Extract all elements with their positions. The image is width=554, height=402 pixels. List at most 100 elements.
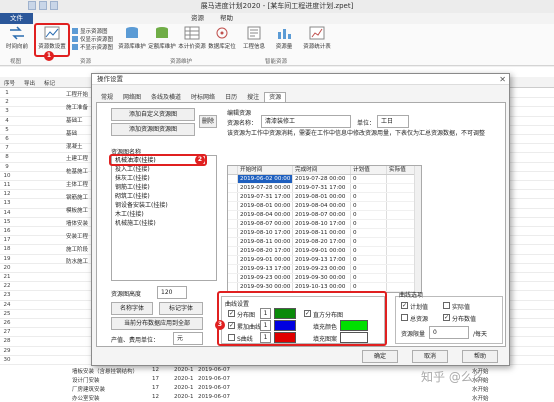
distribution-color-swatch[interactable] [274, 308, 296, 319]
histogram-checkbox[interactable]: ✓ [304, 310, 311, 317]
table-row[interactable]: 2019-08-07 00:00 2019-08-10 17:00 0 [228, 220, 421, 229]
tab-resource[interactable]: 资源 [264, 92, 287, 102]
task-name-cell[interactable]: 模板施工 [66, 206, 88, 214]
quota-maintenance-button[interactable]: 定额库维护 [148, 26, 176, 50]
time-forward-button[interactable]: 时间向前 [2, 26, 32, 50]
resource-list-item[interactable]: 机械施工(挂接) [112, 219, 216, 228]
engineering-info-button[interactable]: 工程信息 [240, 26, 268, 50]
distribution-checkbox[interactable]: ✓ [228, 310, 235, 317]
distribution-amount-checkbox[interactable]: ✓ [443, 314, 450, 321]
s-curve-checkbox[interactable] [228, 334, 235, 341]
tab-network[interactable]: 网络图 [118, 92, 146, 102]
bottom-row-r: 水开始 [472, 396, 489, 402]
tab-calendar[interactable]: 日历 [220, 92, 242, 102]
table-row[interactable]: 2019-07-28 00:00 2019-07-31 17:00 0 [228, 184, 421, 193]
fill-pattern-select[interactable] [340, 332, 368, 343]
table-cell-s: 2019-07-31 17:00 [238, 193, 293, 201]
resource-list-item[interactable]: 投入工(挂接) [112, 165, 216, 174]
hide-resource-chart[interactable]: 不显示资源图 [72, 43, 113, 51]
table-row[interactable]: 2019-08-10 17:00 2019-08-11 00:00 0 [228, 229, 421, 238]
add-resource-chart-button[interactable]: 添加资源图资源图 [111, 123, 195, 136]
resource-maintenance-button[interactable]: 资源库维护 [118, 26, 146, 50]
task-name-cell[interactable]: 主体工程 [66, 180, 88, 188]
cancel-button[interactable]: 取消 [412, 350, 448, 363]
undo-icon[interactable] [39, 1, 47, 10]
plan-amount-checkbox[interactable]: ✓ [401, 302, 408, 309]
menu-resource[interactable]: 资源 [183, 13, 212, 24]
resource-listbox[interactable]: 机械油漆(挂接) 投入工(挂接) 抹灰工(挂接) 钢筋工(挂接) 砌筑工(挂接) 钢设备安… [111, 155, 217, 281]
redo-icon[interactable] [50, 1, 58, 10]
tab-lines-bars[interactable]: 条线及横道 [146, 92, 186, 102]
distribution-width[interactable]: 1 [260, 308, 271, 319]
table-row[interactable]: 2019-07-31 17:00 2019-08-01 00:00 0 [228, 193, 421, 202]
table-row[interactable]: 2019-08-01 00:00 2019-08-04 00:00 0 [228, 202, 421, 211]
task-name-cell[interactable]: 混凝土 [66, 142, 83, 150]
resource-list-item[interactable]: 抹灰工(挂接) [112, 174, 216, 183]
resource-name-select[interactable]: 清漆装修工 [261, 115, 351, 128]
chart-height-input[interactable]: 120 [157, 286, 187, 299]
cumulative-width[interactable]: 1 [260, 320, 271, 331]
add-custom-resource-button[interactable]: 添加自定义资源图 [111, 108, 195, 121]
task-name-cell[interactable]: 安装工程 [66, 232, 88, 240]
task-name-cell[interactable]: 基础 [66, 129, 77, 137]
total-amount-checkbox[interactable] [401, 314, 408, 321]
show-resource-chart[interactable]: 显示资源图 [72, 27, 108, 35]
save-icon[interactable] [28, 1, 36, 10]
s-curve-width[interactable]: 1 [260, 332, 271, 343]
help-button[interactable]: 帮助 [462, 350, 498, 363]
task-name-cell[interactable]: 施工准备 [66, 103, 88, 111]
resource-list-item[interactable]: 砌筑工(挂接) [112, 192, 216, 201]
group-view-label: 视图 [10, 59, 22, 65]
resource-list-item[interactable]: 木工(挂接) [112, 210, 216, 219]
table-row[interactable]: 2019-08-11 00:00 2019-08-20 17:00 0 [228, 238, 421, 247]
apply-all-button[interactable]: 当前分布数据应用到全部 [111, 317, 203, 330]
task-name-cell[interactable]: 防水施工 [66, 257, 88, 265]
table-row[interactable]: 2019-09-23 00:00 2019-09-30 00:00 0 [228, 274, 421, 283]
task-name-cell[interactable]: 基础工 [66, 116, 83, 124]
tick-font-button[interactable]: 标记字体 [159, 302, 203, 315]
resource-table[interactable]: 开始时间 完成时间 计划值 实际值 2019-06-02 00:00 2019-0… [227, 165, 422, 293]
bottom-row-s: 2020-1 [174, 376, 194, 382]
task-name-cell[interactable]: 墙体安装 [66, 219, 88, 227]
delete-button[interactable]: 删除 [199, 115, 217, 128]
tab-notes[interactable]: 搜注 [242, 92, 264, 102]
cumulative-color-swatch[interactable] [274, 320, 296, 331]
tab-time-network[interactable]: 时标网络 [186, 92, 220, 102]
info-icon [247, 26, 261, 40]
menu-help[interactable]: 帮助 [212, 13, 241, 24]
actual-amount-checkbox[interactable] [443, 302, 450, 309]
data-settings-button[interactable]: 数据库定位 [208, 26, 236, 50]
resource-collect-button[interactable]: 资源量 [270, 26, 298, 50]
close-icon[interactable]: ✕ [499, 74, 506, 85]
table-row[interactable]: 2019-06-02 00:00 2019-07-28 00:00 0 [228, 175, 421, 184]
local-quota-button[interactable]: 本计价资源 [178, 26, 206, 50]
tab-general[interactable]: 常规 [96, 92, 118, 102]
table-scrollbar[interactable] [414, 166, 421, 292]
s-curve-color-swatch[interactable] [274, 332, 296, 343]
menu-file[interactable]: 文件 [0, 13, 33, 24]
cumulative-checkbox[interactable]: ✓ [228, 322, 235, 329]
ok-button[interactable]: 确定 [362, 350, 398, 363]
table-row[interactable]: 2019-09-13 17:00 2019-09-23 00:00 0 [228, 265, 421, 274]
table-row[interactable]: 2019-09-01 00:00 2019-09-13 17:00 0 [228, 256, 421, 265]
task-name-cell[interactable]: 桩基施工 [66, 167, 88, 175]
name-font-button[interactable]: 名称字体 [111, 302, 153, 315]
resource-list-item[interactable]: 钢筋工(挂接) [112, 183, 216, 192]
resource-statistics-button[interactable]: 资源统计表 [302, 26, 332, 50]
fill-color-swatch[interactable] [340, 320, 368, 331]
table-row[interactable]: 2019-08-20 17:00 2019-09-01 00:00 0 [228, 247, 421, 256]
quick-access-toolbar[interactable] [28, 1, 58, 10]
resource-limit-input[interactable]: 0 [429, 326, 469, 339]
show-only-resource-chart[interactable]: 仅显示资源图 [72, 35, 113, 43]
unit-field-input[interactable]: 工日 [377, 115, 409, 128]
table-row[interactable]: 2019-08-04 00:00 2019-08-07 00:00 0 [228, 211, 421, 220]
task-name-cell[interactable]: 施工阶段 [66, 245, 88, 253]
row-number: 27 [3, 329, 11, 336]
row-indicator [228, 184, 238, 192]
task-name-cell[interactable]: 土建工程 [66, 154, 88, 162]
resource-list-item[interactable]: 钢设备安装工(挂接) [112, 201, 216, 210]
task-name-cell[interactable]: 钢筋施工 [66, 193, 88, 201]
bottom-row-d: 17 [152, 385, 159, 391]
task-name-cell[interactable]: 工程开始 [66, 90, 88, 98]
unit-select[interactable]: 元 [173, 332, 203, 345]
